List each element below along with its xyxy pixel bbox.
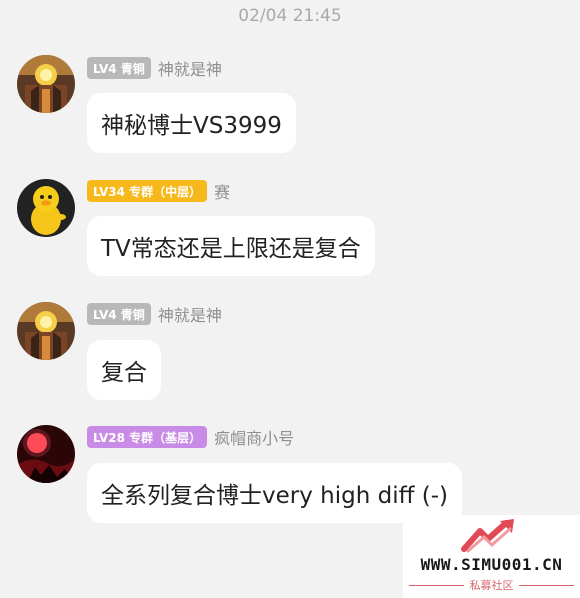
message-meta: LV28 专群（基层） 疯帽商小号 (87, 425, 294, 449)
message-meta: LV4 青铜 神就是神 (87, 56, 222, 80)
sender-nickname[interactable]: 神就是神 (158, 302, 222, 326)
watermark: WWW.SIMU001.CN 私募社区 (403, 515, 580, 598)
avatar[interactable] (17, 179, 75, 237)
message-bubble[interactable]: 复合 (87, 340, 161, 400)
divider (519, 585, 574, 586)
sender-nickname[interactable]: 疯帽商小号 (214, 425, 294, 449)
golden-helmet-icon (17, 302, 75, 360)
message-bubble[interactable]: TV常态还是上限还是复合 (87, 216, 375, 276)
sender-nickname[interactable]: 神就是神 (158, 56, 222, 80)
avatar[interactable] (17, 302, 75, 360)
level-badge: LV4 青铜 (87, 303, 151, 325)
red-arrow-logo-icon (461, 519, 514, 553)
avatar[interactable] (17, 55, 75, 113)
message-bubble[interactable]: 神秘博士VS3999 (87, 93, 296, 153)
level-badge: LV28 专群（基层） (87, 426, 208, 448)
watermark-site: WWW.SIMU001.CN (420, 555, 563, 574)
message-meta: LV34 专群（中层） 赛 (87, 179, 230, 203)
golden-helmet-icon (17, 55, 75, 113)
avatar[interactable] (17, 425, 75, 483)
message-timestamp: 02/04 21:45 (238, 6, 342, 26)
yellow-duck-icon (17, 179, 75, 237)
message-bubble[interactable]: 全系列复合博士very high diff (-) (87, 463, 462, 523)
message-meta: LV4 青铜 神就是神 (87, 302, 222, 326)
level-badge: LV4 青铜 (87, 57, 151, 79)
red-moon-icon (17, 425, 75, 483)
sender-nickname[interactable]: 赛 (214, 179, 230, 203)
level-badge: LV34 专群（中层） (87, 180, 208, 202)
